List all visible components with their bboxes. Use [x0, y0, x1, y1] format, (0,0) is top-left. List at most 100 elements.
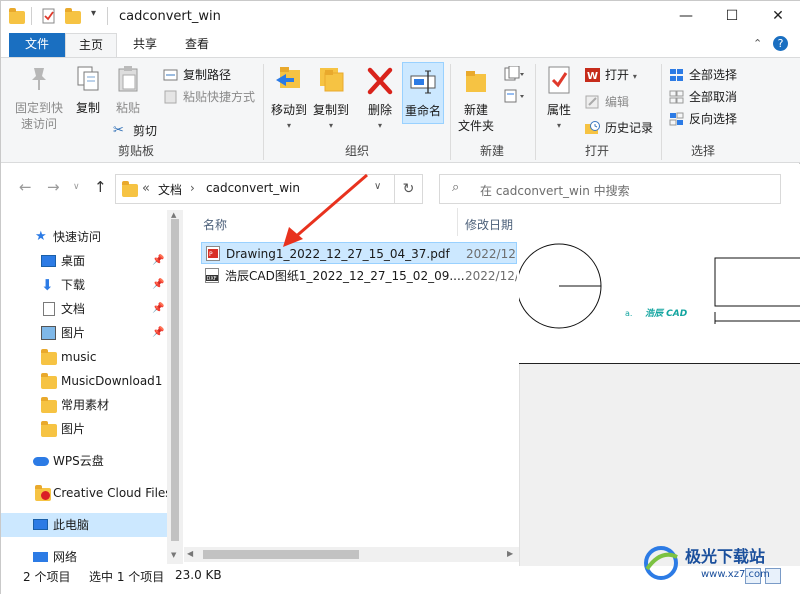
- paste-shortcut-label: 粘贴快捷方式: [183, 90, 256, 104]
- nav-music-download[interactable]: MusicDownload1: [1, 369, 167, 393]
- pinned-icon: 📌: [152, 255, 165, 266]
- select-all-button[interactable]: 全部选择: [669, 66, 737, 84]
- clipboard-group-label: 剪贴板: [117, 144, 154, 158]
- properties-button[interactable]: 属性 ▾: [539, 64, 579, 134]
- open-group-label: 打开: [584, 144, 609, 158]
- edit-button[interactable]: 编辑: [585, 93, 629, 111]
- copy-to-button[interactable]: 复制到 ▾: [311, 64, 351, 134]
- history-button[interactable]: 历史记录: [585, 119, 653, 137]
- nav-pictures[interactable]: 图片 📌: [1, 321, 167, 345]
- document-icon: [43, 302, 55, 316]
- open-dropdown-icon: ▾: [632, 72, 637, 81]
- forward-arrow-icon[interactable]: →: [47, 178, 60, 196]
- collapse-ribbon-icon[interactable]: ⌃: [753, 37, 762, 50]
- cut-button[interactable]: ✂ 剪切: [113, 122, 157, 140]
- help-icon[interactable]: ?: [773, 36, 788, 51]
- nav-pictures-folder[interactable]: 图片: [1, 417, 167, 441]
- open-label: 打开: [605, 68, 630, 82]
- new-folder-button[interactable]: 新建 文件夹: [455, 64, 497, 134]
- new-folder-icon[interactable]: [65, 8, 81, 24]
- file-explorer-window: ▾ cadconvert_win — ☐ ✕ 文件 主页 共享 查看 ⌃ ? 固…: [0, 0, 800, 594]
- nav-creative-cloud-label: Creative Cloud Files: [53, 486, 167, 500]
- invert-selection-button[interactable]: 反向选择: [669, 110, 737, 128]
- scroll-up-icon[interactable]: ▲: [171, 211, 176, 219]
- rename-button[interactable]: 重命名: [402, 62, 444, 124]
- nav-quick-access[interactable]: ★ 快速访问: [1, 225, 167, 249]
- up-arrow-icon[interactable]: ↑: [94, 178, 107, 196]
- back-arrow-icon[interactable]: ←: [19, 178, 32, 196]
- tab-view[interactable]: 查看: [171, 33, 223, 57]
- select-all-icon: [670, 69, 683, 81]
- nav-documents-label: 文档: [61, 302, 86, 316]
- table-row[interactable]: DXF 浩辰CAD图纸1_2022_12_27_15_02_09.... 202…: [201, 265, 517, 287]
- scroll-right-icon[interactable]: ▶: [507, 549, 513, 558]
- nav-music[interactable]: music: [1, 345, 167, 369]
- move-to-label: 移动到: [270, 103, 307, 117]
- nav-documents[interactable]: 文档 📌: [1, 297, 167, 321]
- pinned-icon: 📌: [152, 279, 165, 290]
- recent-locations-icon[interactable]: ∨: [73, 182, 80, 192]
- nav-downloads[interactable]: ⬇ 下载 📌: [1, 273, 167, 297]
- breadcrumb-chevron-icon[interactable]: ›: [190, 181, 195, 195]
- delete-label: 删除: [367, 103, 392, 117]
- folder-icon: [41, 373, 57, 389]
- tab-file[interactable]: 文件: [9, 33, 65, 57]
- paste-shortcut-icon: [164, 90, 177, 104]
- scroll-left-icon[interactable]: ◀: [187, 549, 193, 558]
- organize-group-label: 组织: [344, 144, 369, 158]
- cloud-icon: [33, 457, 49, 466]
- paste-shortcut-button[interactable]: 粘贴快捷方式: [163, 88, 255, 106]
- nav-scroll-thumb[interactable]: [171, 219, 179, 541]
- easy-access-button[interactable]: [503, 88, 525, 106]
- history-icon: [585, 121, 600, 134]
- customize-quick-access-icon[interactable]: ▾: [91, 8, 96, 19]
- open-app-icon: W: [585, 68, 600, 82]
- nav-desktop[interactable]: 桌面 📌: [1, 249, 167, 273]
- column-header-date[interactable]: 修改日期: [465, 216, 513, 233]
- file-name: 浩辰CAD图纸1_2022_12_27_15_02_09....: [225, 269, 465, 283]
- tab-share[interactable]: 共享: [119, 33, 171, 57]
- select-none-button[interactable]: 全部取消: [669, 88, 737, 106]
- paste-button[interactable]: 粘贴: [111, 64, 145, 116]
- nav-common-materials[interactable]: 常用素材: [1, 393, 167, 417]
- scroll-down-icon[interactable]: ▼: [171, 551, 176, 559]
- new-item-button[interactable]: [503, 65, 525, 84]
- properties-check-icon[interactable]: [41, 8, 57, 24]
- move-to-dropdown-icon: ▾: [286, 121, 291, 130]
- edit-icon: [585, 95, 599, 109]
- pinned-icon: 📌: [152, 327, 165, 338]
- column-divider[interactable]: [457, 208, 458, 236]
- search-box[interactable]: ⌕ 在 cadconvert_win 中搜索: [439, 174, 781, 204]
- maximize-button[interactable]: ☐: [709, 1, 755, 33]
- pin-quick-access-button[interactable]: 固定到快 速访问: [11, 64, 67, 132]
- copy-button[interactable]: 复制: [71, 64, 105, 116]
- invert-selection-icon: [669, 112, 684, 126]
- minimize-button[interactable]: —: [663, 1, 709, 33]
- nav-creative-cloud[interactable]: Creative Cloud Files: [1, 481, 167, 505]
- address-overflow-icon[interactable]: «: [142, 181, 150, 196]
- watermark-url: www.xz7.com: [701, 569, 770, 580]
- column-header-name[interactable]: 名称: [203, 216, 227, 233]
- invert-selection-label: 反向选择: [689, 112, 738, 126]
- file-scroll-thumb[interactable]: [203, 550, 359, 559]
- delete-x-icon: [367, 67, 393, 95]
- pdf-preview-page: a. 浩辰 CAD: [519, 208, 800, 364]
- navigation-pane: ★ 快速访问 桌面 📌 ⬇ 下载 📌 文档 📌 图片 📌 music Music…: [1, 208, 183, 566]
- delete-button[interactable]: 删除 ▾: [363, 64, 397, 134]
- nav-music-label: music: [61, 350, 97, 364]
- move-to-button[interactable]: 移动到 ▾: [269, 64, 309, 134]
- close-button[interactable]: ✕: [755, 1, 800, 33]
- folder-icon: [122, 181, 138, 197]
- pdf-file-icon: P: [206, 246, 220, 261]
- copy-to-label: 复制到: [312, 103, 349, 117]
- nav-wps-cloud[interactable]: WPS云盘: [1, 449, 167, 473]
- cad-drawing-preview: [519, 243, 800, 329]
- breadcrumb-documents[interactable]: 文档: [158, 181, 182, 198]
- tab-home[interactable]: 主页: [65, 33, 117, 57]
- new-group-label: 新建: [479, 144, 504, 158]
- nav-this-pc[interactable]: 此电脑: [1, 513, 167, 537]
- open-button[interactable]: W 打开 ▾: [585, 66, 637, 84]
- refresh-button[interactable]: ↻: [395, 174, 423, 204]
- ribbon-separator: [535, 64, 536, 160]
- copy-path-button[interactable]: 复制路径: [163, 66, 231, 84]
